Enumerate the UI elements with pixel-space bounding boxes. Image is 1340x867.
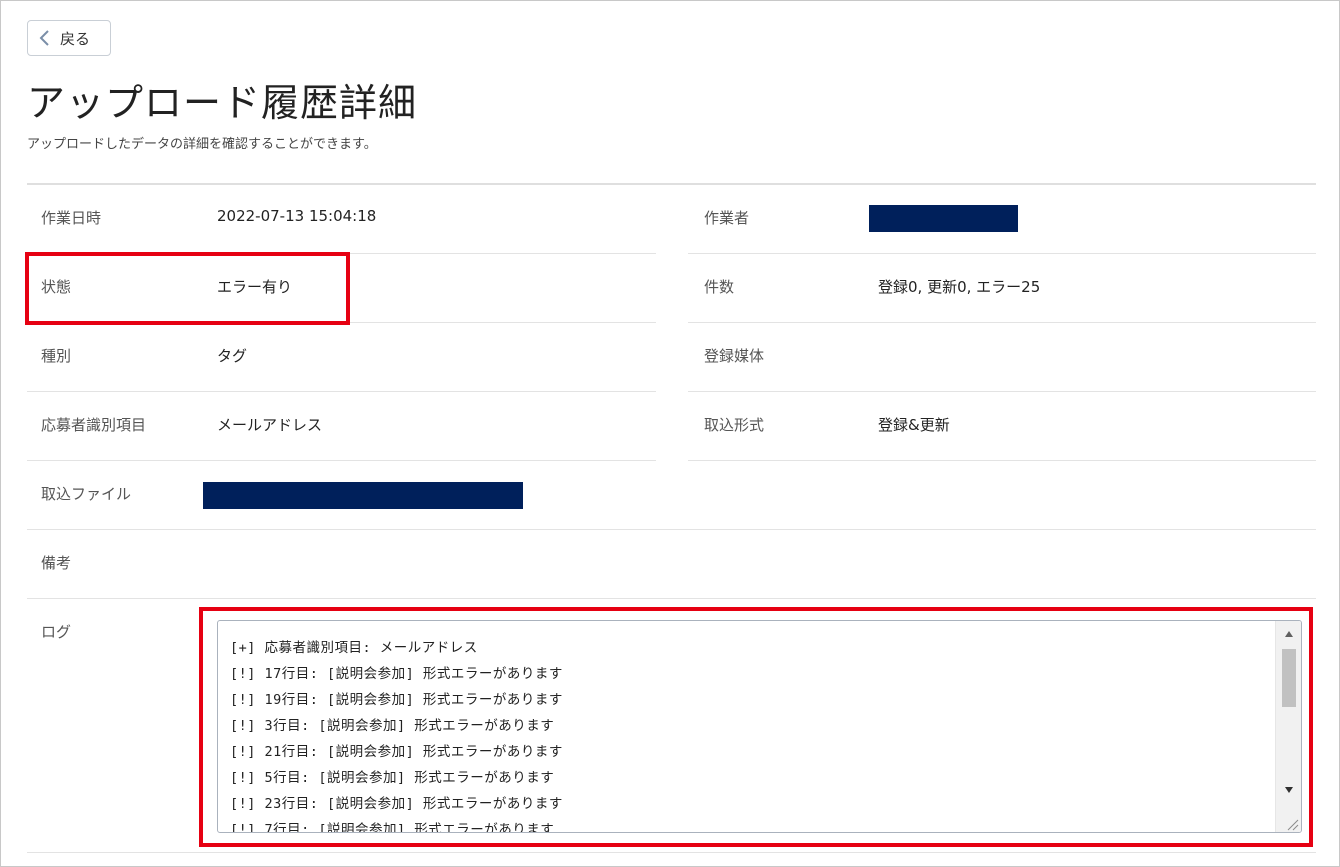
import-format-row: 取込形式 登録&更新 xyxy=(688,392,1316,461)
count-value: 登録0, 更新0, エラー25 xyxy=(878,278,1041,296)
registration-medium-row: 登録媒体 xyxy=(688,323,1316,392)
remarks-label: 備考 xyxy=(41,554,72,572)
applicant-identifier-row: 応募者識別項目 メールアドレス xyxy=(27,392,656,461)
import-file-redacted xyxy=(203,482,523,509)
page-title: アップロード履歴詳細 xyxy=(27,81,418,125)
page-description: アップロードしたデータの詳細を確認することができます。 xyxy=(27,137,377,152)
operator-label: 作業者 xyxy=(704,209,750,227)
status-highlight-box xyxy=(25,252,350,325)
chevron-left-icon xyxy=(36,29,54,47)
back-button-label: 戻る xyxy=(60,29,91,48)
log-label: ログ xyxy=(41,623,72,641)
import-file-label: 取込ファイル xyxy=(41,485,132,503)
import-format-label: 取込形式 xyxy=(704,416,765,434)
remarks-row: 備考 xyxy=(27,530,1316,599)
back-button[interactable]: 戻る xyxy=(27,20,111,56)
count-label: 件数 xyxy=(704,278,735,296)
registration-medium-label: 登録媒体 xyxy=(704,347,765,365)
import-format-value: 登録&更新 xyxy=(878,416,950,434)
log-highlight-box xyxy=(199,607,1313,847)
operator-redacted xyxy=(869,205,1018,232)
count-row: 件数 登録0, 更新0, エラー25 xyxy=(688,254,1316,323)
work-datetime-value: 2022-07-13 15:04:18 xyxy=(217,207,377,225)
applicant-identifier-label: 応募者識別項目 xyxy=(41,416,147,434)
type-label: 種別 xyxy=(41,347,72,365)
work-datetime-row: 作業日時 2022-07-13 15:04:18 xyxy=(27,185,656,254)
type-row: 種別 タグ xyxy=(27,323,656,392)
type-value: タグ xyxy=(217,347,248,365)
import-file-row: 取込ファイル xyxy=(27,461,1316,530)
applicant-identifier-value: メールアドレス xyxy=(217,416,323,434)
operator-row: 作業者 xyxy=(688,185,1316,254)
work-datetime-label: 作業日時 xyxy=(41,209,102,227)
